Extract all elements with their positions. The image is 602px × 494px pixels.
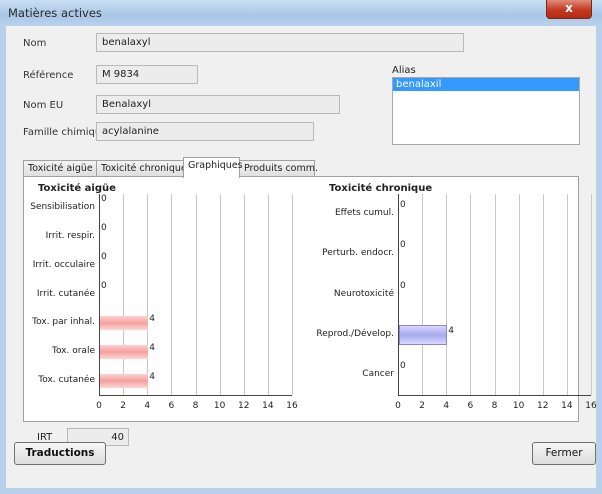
x-tick-label: 14 [262, 401, 274, 411]
famille-chimique-label: Famille chimique [23, 127, 108, 138]
category-label: Cancer [362, 368, 394, 379]
x-tick-label: 12 [537, 401, 549, 411]
x-tick-label: 4 [443, 401, 450, 411]
chart-title-aigue: Toxicité aigüe [38, 183, 116, 194]
gridline [99, 194, 100, 395]
chart-title-chronique: Toxicité chronique [329, 183, 433, 194]
close-button[interactable]: x [546, 0, 592, 19]
x-tick-label: 16 [585, 401, 597, 411]
x-axis-line [398, 395, 591, 396]
alias-label: Alias [392, 65, 416, 76]
category-label: Reprod./Dévelop. [316, 328, 394, 339]
gridline [398, 194, 399, 395]
category-label: Effets cumul. [335, 208, 394, 219]
alias-list[interactable]: benalaxil [392, 77, 580, 145]
x-tick-label: 2 [120, 401, 126, 411]
value-label: 4 [149, 342, 155, 353]
value-label: 0 [400, 200, 406, 211]
gridline [542, 194, 544, 395]
bar [100, 316, 149, 331]
tab-toxicite-aigue[interactable]: Toxicité aigüe [23, 160, 97, 177]
tab-graphiques[interactable]: Graphiques [183, 157, 243, 178]
category-label: Sensibilisation [30, 202, 95, 213]
gridline [470, 194, 472, 395]
tab-produits-comm[interactable]: Produits comm. [239, 160, 318, 177]
x-tick-label: 2 [419, 401, 425, 411]
value-label: 0 [400, 280, 406, 291]
x-tick-label: 4 [144, 401, 151, 411]
x-tick-label: 6 [168, 401, 175, 411]
x-tick-label: 8 [491, 401, 498, 411]
category-label: Tox. orale [51, 345, 95, 356]
nom-eu-field[interactable]: Benalaxyl [96, 95, 340, 114]
nom-label: Nom [23, 38, 47, 49]
title-bar: Matières actives x [0, 0, 602, 26]
category-label: Tox. par inhal. [32, 317, 95, 328]
reference-label: Référence [23, 70, 74, 81]
value-label: 0 [101, 251, 107, 262]
x-tick-label: 0 [96, 401, 102, 411]
traductions-button[interactable]: Traductions [14, 442, 106, 465]
gridline [566, 194, 568, 395]
category-label: Irrit. respir. [45, 231, 95, 242]
alias-list-item[interactable]: benalaxil [393, 78, 579, 91]
gridline [219, 194, 221, 395]
nom-eu-label: Nom EU [23, 100, 64, 111]
gridline [292, 194, 293, 395]
value-label: 0 [101, 194, 107, 205]
bar [100, 373, 149, 388]
category-label: Tox. cutanée [38, 374, 95, 385]
value-label: 0 [101, 280, 107, 291]
gridline [267, 194, 269, 395]
category-label: Irrit. occulaire [32, 259, 95, 270]
x-tick-label: 16 [286, 401, 298, 411]
window-title: Matières actives [8, 6, 102, 20]
famille-chimique-field[interactable]: acylalanine [96, 122, 314, 141]
x-axis-line [99, 395, 292, 396]
bar [100, 344, 149, 359]
gridline [243, 194, 245, 395]
nom-field[interactable]: benalaxyl [96, 33, 464, 52]
value-label: 0 [400, 240, 406, 251]
x-tick-label: 0 [395, 401, 401, 411]
gridline [123, 194, 125, 395]
x-tick-label: 8 [192, 401, 199, 411]
category-label: Neurotoxicité [333, 288, 394, 299]
value-label: 0 [400, 360, 406, 371]
x-tick-label: 10 [213, 401, 226, 411]
gridline [422, 194, 424, 395]
bar [399, 324, 448, 345]
gridline [591, 194, 592, 395]
x-tick-label: 12 [238, 401, 250, 411]
value-label: 4 [149, 314, 155, 325]
value-label: 4 [448, 325, 454, 336]
gridline [171, 194, 173, 395]
x-tick-label: 14 [561, 401, 573, 411]
graphiques-panel: Toxicité aigüe Toxicité chronique 0 2 4 6 8 1… [23, 176, 597, 422]
gridline [494, 194, 496, 395]
value-label: 4 [149, 371, 155, 382]
category-label: Perturb. endocr. [322, 248, 394, 259]
fermer-button[interactable]: Fermer [532, 442, 596, 465]
gridline [446, 194, 448, 395]
category-label: Irrit. cutanée [36, 288, 95, 299]
x-tick-label: 10 [512, 401, 525, 411]
gridline [147, 194, 149, 395]
value-label: 0 [101, 223, 107, 234]
x-tick-label: 6 [467, 401, 474, 411]
reference-field[interactable]: M 9834 [96, 65, 198, 84]
gridline [518, 194, 520, 395]
gridline [195, 194, 197, 395]
tab-toxicite-chronique[interactable]: Toxicité chronique [96, 160, 187, 177]
